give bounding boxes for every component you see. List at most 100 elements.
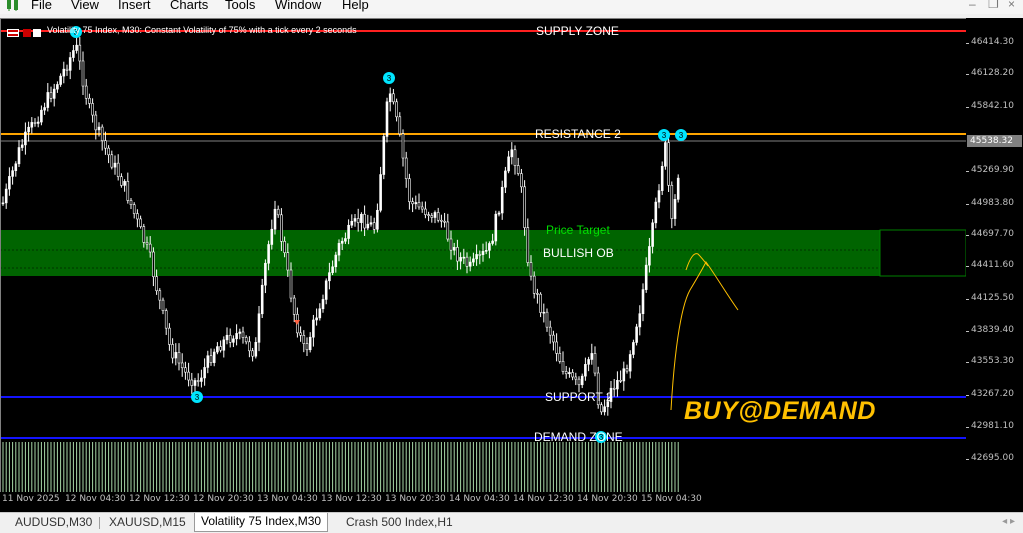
price-tickmark [966,299,969,300]
candle-body [299,332,302,336]
menu-window[interactable]: Window [275,0,321,12]
candle-body [225,334,229,341]
candle-body [660,165,664,191]
svg-text:3: 3 [195,393,200,402]
svg-text:3: 3 [662,131,667,140]
candle-body [612,387,616,390]
candle-body [497,212,501,215]
price-tick: 42695.00 [971,453,1014,463]
price-tickmark [966,107,969,108]
close-button[interactable]: × [1008,0,1015,11]
restore-button[interactable]: ❐ [988,0,999,11]
candle-body [318,308,322,319]
candle-body [81,60,85,87]
candle-body [430,215,434,218]
candle-body [4,188,8,204]
candle-body [17,147,21,165]
candle-body [267,244,270,264]
price-tickmark [966,427,969,428]
price-tickmark [966,459,969,460]
minimize-button[interactable]: – [969,0,976,11]
tab-volatility-75[interactable]: Volatility 75 Index,M30 [194,513,329,532]
candle-body [180,362,184,369]
price-axis[interactable]: 46414.30 46128.20 45842.10 45538.32 4526… [966,18,1023,492]
menu-file[interactable]: File [31,0,52,12]
price-tickmark [966,74,969,75]
chart-title: Volatility 75 Index, M30: Constant Volat… [47,25,357,35]
time-axis[interactable]: 11 Nov 2025 12 Nov 04:30 12 Nov 12:30 12… [0,492,1023,512]
candle-body [491,240,494,244]
candle-body [414,202,418,205]
candle-body [235,333,238,340]
candle-body [40,109,43,123]
candle-body [504,170,507,188]
menu-insert[interactable]: Insert [118,0,151,12]
menu-charts[interactable]: Charts [170,0,208,12]
candle-body [500,186,504,214]
candle-body [628,354,632,372]
candle-body [216,346,219,353]
candle-body [545,311,549,328]
price-chart[interactable]: 3 3 3 3 3 3 Volatility 75 Index, M30: Co… [0,18,966,492]
time-tick: 12 Nov 04:30 [65,494,126,504]
candle-body [62,68,66,77]
candle-body [420,206,424,210]
candle-body [110,154,114,168]
price-tickmark [966,362,969,363]
time-tick: 14 Nov 12:30 [513,494,574,504]
chart-header-icons [7,25,43,43]
candle-body [241,331,245,338]
candle-body [657,190,661,203]
candle-body [619,380,622,382]
tab-scroll-arrows[interactable]: ◂ ▸ [1002,516,1015,527]
candle-body [392,93,395,103]
candle-body [158,290,162,301]
candle-body [356,218,360,223]
candle-body [353,218,357,222]
menu-help[interactable]: Help [342,0,369,12]
candle-body [513,149,517,166]
fractal-marker: 3 [658,129,670,141]
candle-body [321,299,325,310]
candle-body [78,44,82,62]
candle-body [593,353,597,374]
candle-body [193,380,197,386]
candle-body [203,367,206,379]
time-tick: 11 Nov 2025 [2,494,60,504]
candle-body [251,350,254,357]
candle-body [270,228,274,245]
candle-body [177,352,181,364]
tab-xauusd[interactable]: XAUUSD,M15 [109,515,186,529]
candle-body [72,50,75,58]
tab-audusd[interactable]: AUDUSD,M30 [15,515,92,529]
candle-body [558,353,562,362]
candle-body [171,344,174,359]
candle-body [622,368,626,382]
candle-body [164,310,168,329]
tab-crash-500[interactable]: Crash 500 Index,H1 [346,515,453,529]
candle-body [30,122,34,128]
candle-body [433,212,437,218]
menu-view[interactable]: View [71,0,99,12]
candle-body [209,355,213,363]
candle-body [478,254,482,256]
chart-tab-bar: AUDUSD,M30 XAUUSD,M15 Volatility 75 Inde… [0,512,1023,533]
candle-body [52,88,56,99]
candle-body [561,361,565,372]
candle-body [8,176,11,190]
candle-body [168,327,171,345]
candle-body [408,178,411,202]
price-tick: 46128.20 [971,68,1014,78]
candle-body [670,184,674,219]
time-tick: 14 Nov 04:30 [449,494,510,504]
volume-histogram [2,442,679,492]
candle-body [187,371,190,381]
candle-body [484,250,488,252]
menu-tools[interactable]: Tools [225,0,255,12]
candle-body [104,140,107,149]
candle-body [376,209,379,230]
candle-body [254,342,258,357]
price-tick: 44411.60 [971,260,1014,270]
candle-body [59,75,62,85]
candle-body [673,199,677,219]
